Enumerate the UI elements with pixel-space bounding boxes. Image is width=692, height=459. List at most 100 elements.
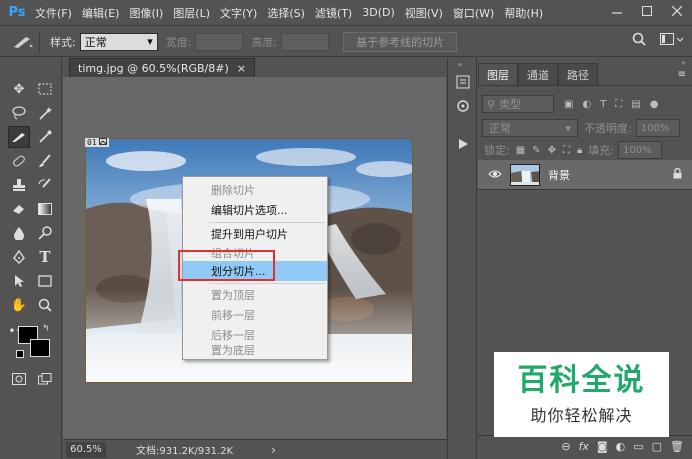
minimize-icon[interactable] — [602, 0, 632, 22]
menu-file[interactable]: 文件(F) — [30, 5, 77, 21]
rectangle-tool-icon[interactable] — [34, 270, 56, 292]
filter-adjustment-icon[interactable]: ◐ — [582, 99, 591, 110]
document-tab[interactable]: timg.jpg @ 60.5%(RGB/8#) × — [69, 58, 255, 77]
close-icon[interactable] — [662, 0, 692, 22]
menu-item-bring-forward[interactable]: 前移一层 — [183, 305, 327, 325]
panel-menu-icon[interactable]: ≡ — [672, 69, 692, 80]
zoom-tool-icon[interactable] — [34, 294, 56, 316]
move-tool-icon[interactable]: ✥ — [8, 78, 30, 100]
fill-field[interactable]: 100% — [618, 141, 662, 159]
close-tab-icon[interactable]: × — [237, 62, 246, 75]
hand-tool-icon[interactable]: ✋ — [8, 294, 30, 316]
lock-transparent-icon[interactable]: ▦ — [516, 145, 525, 156]
menu-item-delete-slice[interactable]: 删除切片 — [183, 180, 327, 200]
eye-icon[interactable] — [488, 168, 502, 182]
magic-wand-tool-icon[interactable] — [34, 102, 56, 124]
slice-tool-preset-icon[interactable] — [6, 30, 40, 53]
actions-play-icon[interactable] — [453, 134, 473, 154]
swap-colors-icon[interactable]: ↰ — [42, 324, 52, 334]
photoshop-logo: Ps — [8, 5, 26, 20]
collapse-icon[interactable]: « — [458, 60, 463, 69]
filter-smart-object-icon[interactable]: ▤ — [631, 99, 640, 110]
tab-paths[interactable]: 路径 — [558, 63, 598, 85]
history-panel-icon[interactable] — [453, 72, 473, 92]
menu-layer[interactable]: 图层(L) — [168, 5, 215, 21]
healing-brush-tool-icon[interactable] — [8, 150, 30, 172]
menu-view[interactable]: 视图(V) — [400, 5, 448, 21]
lock-position-icon[interactable]: ✥ — [548, 145, 556, 156]
menu-help[interactable]: 帮助(H) — [499, 5, 548, 21]
lock-row: 锁定: ▦ ✎ ✥ ⛶ 🔒︎ 填充: 100% — [482, 140, 688, 160]
trash-icon[interactable]: 🗑︎ — [670, 440, 684, 453]
filter-pixel-icon[interactable]: ▣ — [564, 99, 573, 110]
filter-toggle-icon[interactable]: ● — [650, 99, 659, 110]
filter-icons: ▣ ◐ T ⛶ ▤ ● — [564, 99, 658, 110]
menu-select[interactable]: 选择(S) — [262, 5, 310, 21]
document-tab-title: timg.jpg @ 60.5%(RGB/8#) — [78, 61, 229, 75]
menu-item-send-to-back[interactable]: 置为底层 — [183, 340, 327, 360]
quick-mask-icon[interactable] — [8, 368, 30, 390]
type-tool-icon[interactable]: T — [34, 246, 56, 268]
path-selection-tool-icon[interactable] — [8, 270, 30, 292]
dodge-tool-icon[interactable] — [34, 222, 56, 244]
style-select[interactable]: 正常 ▾ — [79, 32, 158, 51]
menu-item-edit-slice-options[interactable]: 编辑切片选项... — [183, 200, 327, 220]
tab-channels[interactable]: 通道 — [518, 63, 558, 85]
menu-3d[interactable]: 3D(D) — [357, 6, 400, 19]
menu-item-bring-to-front[interactable]: 置为顶层 — [183, 285, 327, 305]
zoom-level[interactable]: 60.5% — [66, 441, 106, 458]
opacity-field[interactable]: 100% — [635, 119, 680, 137]
gradient-tool-icon[interactable] — [34, 198, 56, 220]
blur-tool-icon[interactable] — [8, 222, 30, 244]
blend-mode-select[interactable]: 正常 ▾ — [482, 119, 578, 137]
add-mask-icon[interactable]: ◙ — [597, 440, 608, 453]
background-color-swatch[interactable] — [30, 339, 50, 357]
layer-row-background[interactable]: 背景 — [478, 160, 692, 190]
lock-all-icon[interactable]: 🔒︎ — [577, 145, 582, 156]
history-brush-tool-icon[interactable] — [34, 174, 56, 196]
menu-image[interactable]: 图像(I) — [124, 5, 168, 21]
layer-filter-row: ⚲ 类型 ▣ ◐ T ⛶ ▤ ● — [482, 94, 688, 114]
panel-tabs: 图层 通道 路径 ≡ — [478, 63, 692, 86]
filter-shape-icon[interactable]: ⛶ — [615, 99, 622, 110]
adjustment-layer-icon[interactable]: ◐ — [616, 440, 626, 453]
search-icon[interactable] — [632, 32, 646, 49]
slice-tool-icon[interactable] — [8, 126, 30, 148]
slice-number: 01 — [87, 138, 97, 147]
fx-icon[interactable]: fx — [579, 440, 589, 453]
blend-row: 正常 ▾ 不透明度: 100% — [482, 118, 688, 138]
properties-panel-icon[interactable] — [453, 96, 473, 116]
filter-type-icon[interactable]: T — [600, 99, 606, 110]
clone-stamp-tool-icon[interactable] — [8, 174, 30, 196]
options-bar: 样式: 正常 ▾ 宽度: 高度: 基于参考线的切片 — [0, 27, 692, 57]
eyedropper-tool-icon[interactable] — [34, 126, 56, 148]
menu-window[interactable]: 窗口(W) — [448, 5, 499, 21]
brush-tool-icon[interactable] — [34, 150, 56, 172]
menu-type[interactable]: 文字(Y) — [215, 5, 262, 21]
workspace-icon[interactable] — [660, 32, 684, 49]
layer-filter-select[interactable]: ⚲ 类型 — [482, 95, 554, 113]
menu-edit[interactable]: 编辑(E) — [77, 5, 125, 21]
height-field[interactable] — [281, 32, 330, 51]
lock-pixels-icon[interactable]: ✎ — [532, 145, 540, 156]
menu-item-promote-to-user-slice[interactable]: 提升到用户切片 — [183, 224, 327, 244]
slices-from-guides-button[interactable]: 基于参考线的切片 — [343, 31, 458, 52]
lasso-tool-icon[interactable] — [8, 102, 30, 124]
group-icon[interactable]: ▭ — [633, 440, 643, 453]
maximize-icon[interactable] — [632, 0, 662, 22]
width-field[interactable] — [195, 32, 244, 51]
tab-layers[interactable]: 图层 — [478, 63, 518, 85]
lock-artboard-icon[interactable]: ⛶ — [563, 145, 570, 156]
width-label: 宽度: — [165, 35, 192, 49]
new-layer-icon[interactable]: ▢ — [652, 440, 662, 453]
slice-image-icon — [98, 138, 107, 147]
pen-tool-icon[interactable] — [8, 246, 30, 268]
screen-mode-icon[interactable] — [34, 368, 56, 390]
default-colors-icon[interactable] — [16, 350, 24, 358]
menu-filter[interactable]: 滤镜(T) — [310, 5, 357, 21]
menu-separator — [209, 222, 325, 223]
link-layers-icon[interactable]: ⊖ — [561, 440, 570, 453]
marquee-tool-icon[interactable] — [34, 78, 56, 100]
status-menu-arrow[interactable]: › — [271, 443, 276, 457]
eraser-tool-icon[interactable] — [8, 198, 30, 220]
